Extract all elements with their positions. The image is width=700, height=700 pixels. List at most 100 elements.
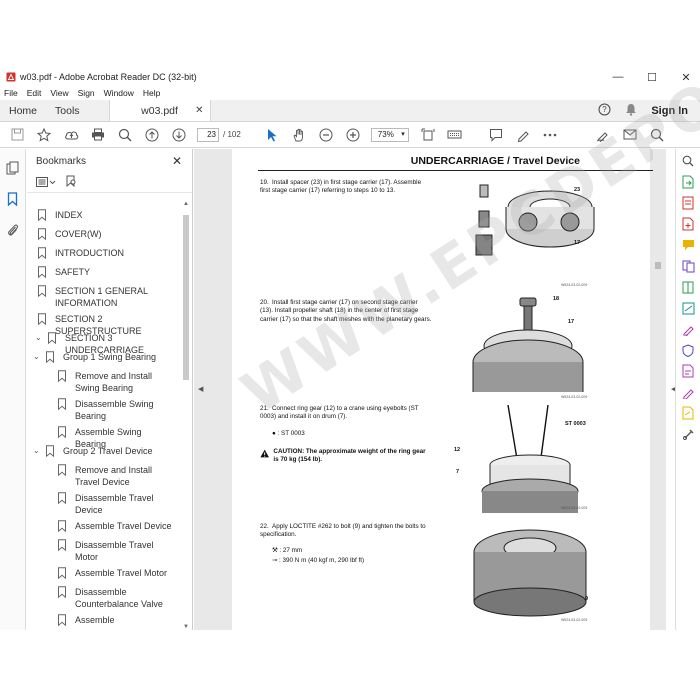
- minimize-icon[interactable]: —: [612, 71, 624, 83]
- combine-files-icon[interactable]: [681, 259, 695, 273]
- redact-icon[interactable]: [681, 301, 695, 315]
- bookmark-item[interactable]: INTRODUCTION: [35, 247, 173, 259]
- maximize-icon[interactable]: ☐: [646, 71, 658, 84]
- bookmark-item[interactable]: COVER(W): [35, 228, 173, 240]
- page-number-input[interactable]: 23: [197, 127, 219, 142]
- keyboard-icon[interactable]: [446, 126, 464, 144]
- search-tool-icon[interactable]: [681, 154, 695, 168]
- acrobat-icon: [6, 72, 16, 82]
- title-bar: w03.pdf - Adobe Acrobat Reader DC (32-bi…: [0, 68, 700, 86]
- add-pdf-icon[interactable]: [681, 217, 695, 231]
- bookmarks-header: Bookmarks ✕: [27, 149, 192, 173]
- bookmark-item[interactable]: Assemble: [57, 614, 175, 626]
- document-scrollbar[interactable]: [653, 149, 663, 630]
- bookmark-icon: [46, 351, 54, 363]
- prepare-form-icon[interactable]: [681, 364, 695, 378]
- more-tools-settings-icon[interactable]: [681, 427, 695, 441]
- mail-icon[interactable]: [621, 126, 639, 144]
- scroll-down-icon[interactable]: ▼: [182, 624, 190, 630]
- comment-icon[interactable]: [487, 126, 505, 144]
- bookmark-item[interactable]: Disassemble Travel Motor: [57, 539, 175, 563]
- figure-bolts: [473, 529, 587, 617]
- tab-home[interactable]: Home: [0, 100, 46, 121]
- tab-bar: Home Tools w03.pdf ✕ ? Sign In: [0, 100, 700, 122]
- bookmark-item[interactable]: Disassemble Counterbalance Valve: [57, 586, 175, 610]
- bookmark-options-icon[interactable]: [36, 176, 56, 190]
- select-cursor-icon[interactable]: [263, 126, 281, 144]
- send-review-icon[interactable]: [681, 406, 695, 420]
- previous-page-icon[interactable]: [143, 126, 161, 144]
- bookmark-item[interactable]: INDEX: [35, 209, 173, 221]
- close-tab-icon[interactable]: ✕: [195, 105, 203, 116]
- scroll-thumb[interactable]: [183, 215, 189, 380]
- chevron-down-icon[interactable]: ⌄: [35, 332, 45, 344]
- export-pdf-icon[interactable]: [681, 175, 695, 189]
- bookmark-label: Assemble: [75, 615, 115, 625]
- comment-tool-icon[interactable]: [681, 238, 695, 252]
- bookmark-item[interactable]: Assemble Travel Device: [57, 520, 175, 532]
- figure-code-4: W524-03-02-009: [561, 618, 588, 622]
- bookmark-item[interactable]: SECTION 1 GENERAL INFORMATION: [35, 285, 173, 309]
- close-window-icon[interactable]: ✕: [680, 71, 692, 84]
- find-bookmark-icon[interactable]: [66, 175, 77, 190]
- fill-sign-icon[interactable]: [681, 322, 695, 336]
- zoom-out-icon[interactable]: [317, 126, 335, 144]
- document-scroll-thumb[interactable]: [655, 262, 661, 269]
- search-icon[interactable]: [648, 126, 666, 144]
- highlight-pen-icon[interactable]: [514, 126, 532, 144]
- bookmark-icon: [58, 492, 66, 504]
- menu-sign[interactable]: Sign: [78, 88, 95, 98]
- scroll-up-icon[interactable]: ▲: [182, 201, 190, 207]
- more-tools-icon[interactable]: [541, 126, 559, 144]
- attachment-icon[interactable]: [7, 223, 19, 240]
- menu-file[interactable]: File: [4, 88, 18, 98]
- bookmark-item[interactable]: Disassemble Swing Bearing: [57, 398, 175, 422]
- sign-in-button[interactable]: Sign In: [651, 105, 688, 117]
- zoom-level-select[interactable]: 73% ▾: [370, 127, 409, 142]
- protect-shield-icon[interactable]: [681, 343, 695, 357]
- edit-pen-icon[interactable]: [681, 385, 695, 399]
- collapse-left-panel-icon[interactable]: ◀: [198, 385, 203, 393]
- bookmark-icon: [46, 445, 54, 457]
- bookmark-icon: [58, 520, 66, 532]
- bookmarks-panel: Bookmarks ✕ INDEX COVER(W) INTRODUCTION SAF…: [27, 149, 193, 630]
- upload-cloud-icon[interactable]: [62, 126, 80, 144]
- bookmark-item[interactable]: ⌄ Group 1 Swing Bearing: [33, 351, 181, 363]
- bookmark-item[interactable]: Disassemble Travel Device: [57, 492, 175, 516]
- callout-18: 18: [553, 296, 560, 302]
- menu-edit[interactable]: Edit: [27, 88, 42, 98]
- star-icon[interactable]: [35, 126, 53, 144]
- bookmark-icon: [48, 332, 56, 344]
- fit-page-icon[interactable]: [419, 126, 437, 144]
- bookmark-label: Group 1 Swing Bearing: [63, 352, 157, 362]
- bookmark-panel-icon[interactable]: [7, 192, 18, 209]
- bookmark-item[interactable]: SAFETY: [35, 266, 173, 278]
- bookmarks-scrollbar[interactable]: ▲ ▼: [182, 201, 190, 630]
- menu-window[interactable]: Window: [104, 88, 134, 98]
- bookmark-item[interactable]: Assemble Travel Motor: [57, 567, 175, 579]
- next-page-icon[interactable]: [170, 126, 188, 144]
- help-icon[interactable]: ?: [598, 103, 611, 119]
- chevron-down-icon[interactable]: ⌄: [33, 445, 43, 457]
- menu-view[interactable]: View: [50, 88, 68, 98]
- bookmark-label: INTRODUCTION: [55, 248, 124, 258]
- bookmark-item[interactable]: ⌄ Group 2 Travel Device: [33, 445, 181, 457]
- close-panel-icon[interactable]: ✕: [172, 154, 182, 168]
- hand-tool-icon[interactable]: [290, 126, 308, 144]
- print-icon[interactable]: [89, 126, 107, 144]
- chevron-down-icon[interactable]: ⌄: [33, 351, 43, 363]
- bookmark-item[interactable]: Remove and Install Travel Device: [57, 464, 175, 488]
- zoom-in-icon[interactable]: [344, 126, 362, 144]
- bell-icon[interactable]: [625, 103, 637, 119]
- create-pdf-icon[interactable]: [681, 196, 695, 210]
- tab-document[interactable]: w03.pdf ✕: [108, 100, 211, 121]
- tab-tools[interactable]: Tools: [46, 100, 89, 121]
- bookmark-label: Group 2 Travel Device: [63, 446, 153, 456]
- menu-help[interactable]: Help: [143, 88, 160, 98]
- organize-pages-icon[interactable]: [681, 280, 695, 294]
- save-icon[interactable]: [8, 126, 26, 144]
- sign-pen-icon[interactable]: [594, 126, 612, 144]
- zoom-search-icon[interactable]: [116, 126, 134, 144]
- bookmark-item[interactable]: Remove and Install Swing Bearing: [57, 370, 175, 394]
- page-thumbnails-icon[interactable]: [6, 161, 19, 178]
